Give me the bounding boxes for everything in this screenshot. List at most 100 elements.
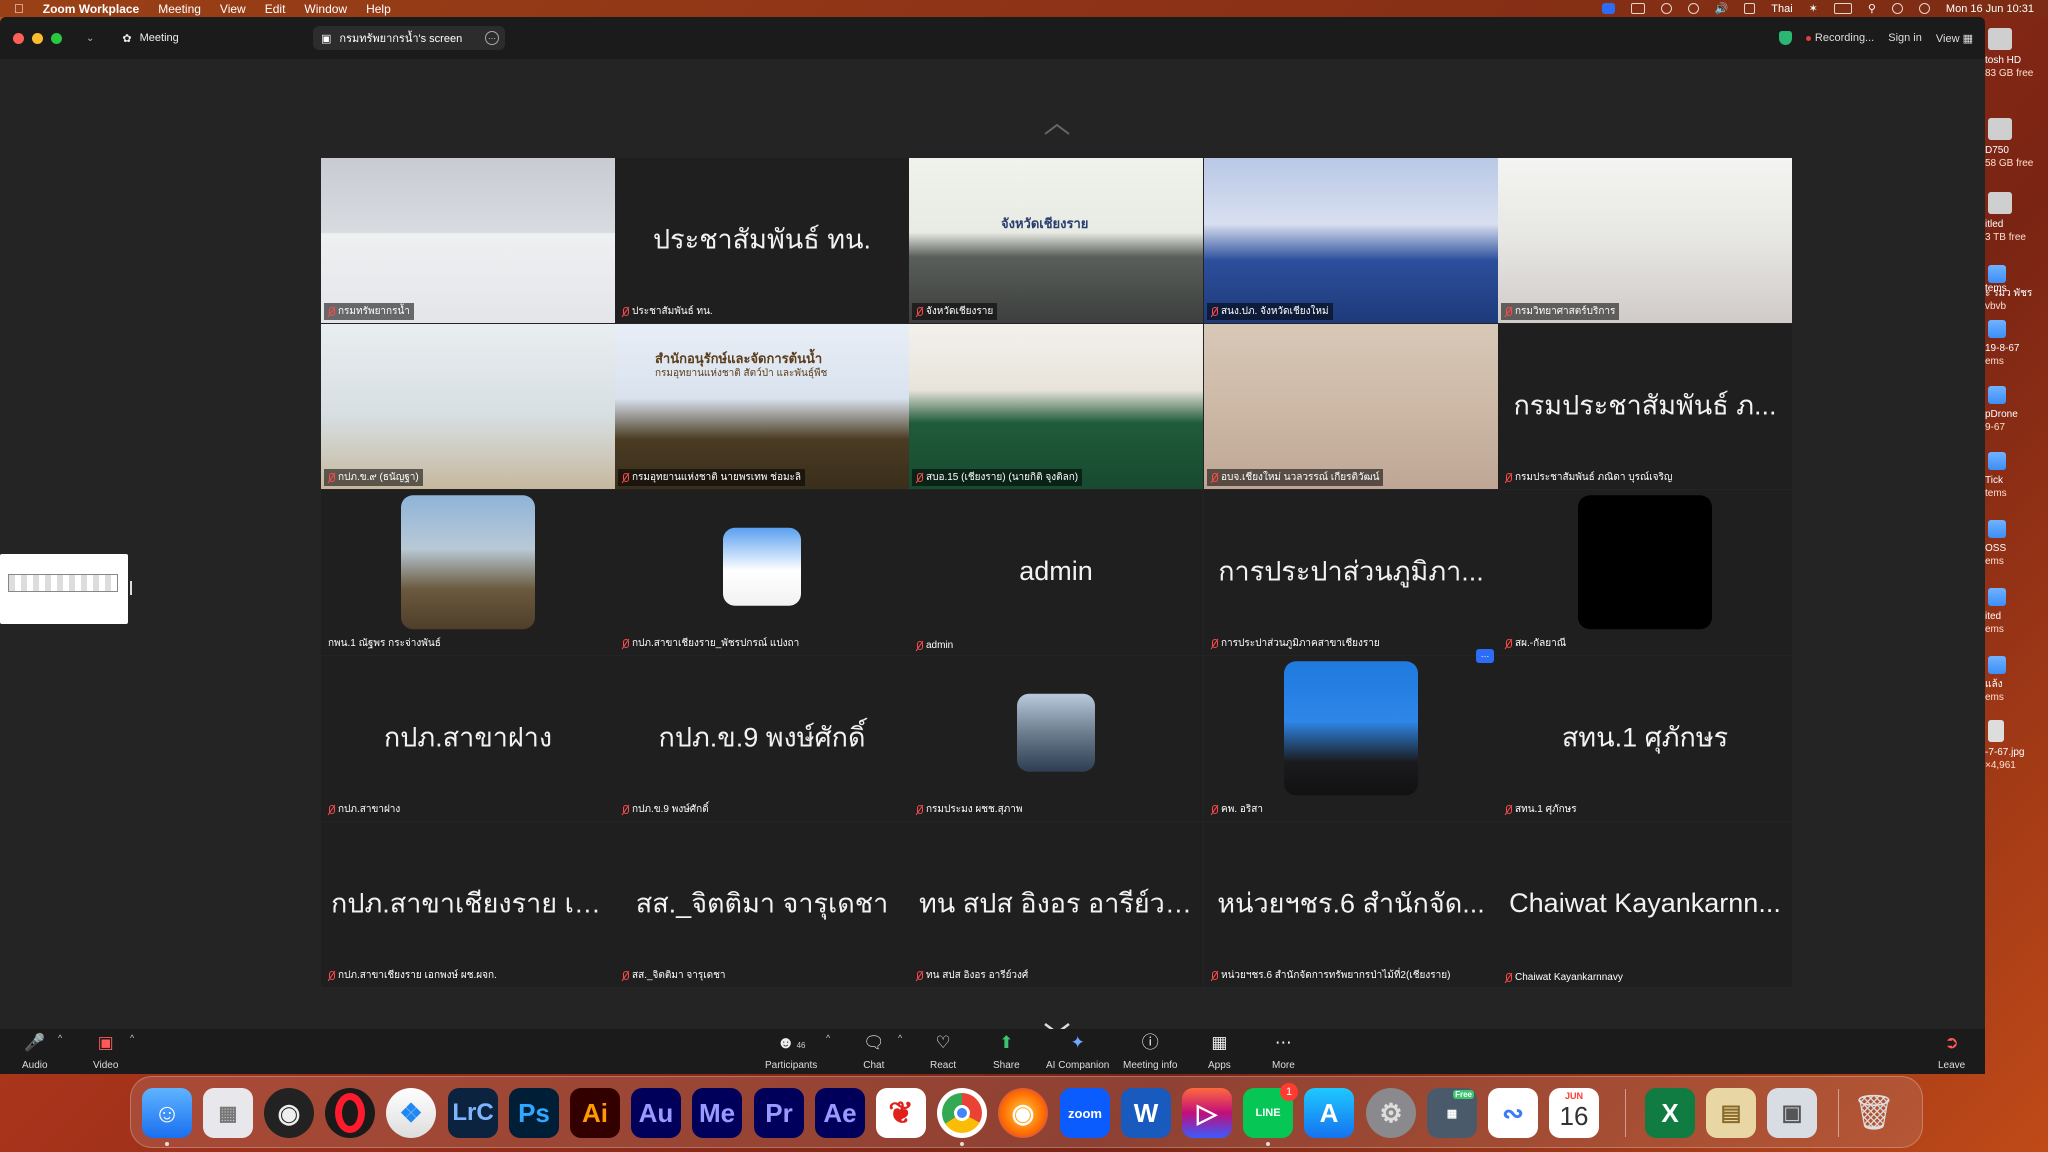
- documents-stack-dock-icon[interactable]: ▤: [1706, 1088, 1756, 1138]
- illustrator-dock-icon[interactable]: Ai: [570, 1088, 620, 1138]
- participant-tile[interactable]: … คพ. อริสา: [1204, 649, 1498, 821]
- safari-dock-icon[interactable]: ❖: [386, 1088, 436, 1138]
- audition-dock-icon[interactable]: Au: [631, 1088, 681, 1138]
- firefox-dock-icon[interactable]: ◉: [998, 1088, 1048, 1138]
- desktop-item[interactable]: OSS ems: [1985, 520, 2048, 568]
- audio-options-caret-icon[interactable]: ^: [58, 1033, 62, 1043]
- participant-tile[interactable]: กพน.1 ณัฐพร กระจ่างพันธ์: [321, 490, 615, 655]
- fullscreen-window-button[interactable]: [51, 32, 62, 44]
- more-button[interactable]: ⋯ More: [1272, 1033, 1295, 1071]
- opera-dock-icon[interactable]: [325, 1088, 375, 1138]
- launchpad-dock-icon[interactable]: ▦: [203, 1088, 253, 1138]
- encryption-shield-icon[interactable]: [1778, 31, 1792, 45]
- meeting-tab[interactable]: ✿ Meeting: [122, 32, 178, 45]
- menu-help[interactable]: Help: [366, 2, 391, 16]
- thumbnail-resize-handle[interactable]: [130, 581, 132, 595]
- desktop-item[interactable]: 19-8-67 ems: [1985, 320, 2048, 368]
- final-cut-dock-icon[interactable]: ▷: [1182, 1088, 1232, 1138]
- messages-status-icon[interactable]: [1660, 3, 1672, 14]
- participant-tile[interactable]: สส._จิตติมา จารุเดชา สส._จิตติมา จารุเดชา: [615, 822, 909, 987]
- participants-button[interactable]: ☻ 46 Participants: [765, 1033, 817, 1071]
- calendar-dock-icon[interactable]: JUN 16: [1549, 1088, 1599, 1138]
- chat-caret-icon[interactable]: ^: [898, 1033, 902, 1043]
- desktop-item[interactable]: itled 3 TB free: [1985, 192, 2048, 244]
- desktop-item[interactable]: tosh HD 83 GB free: [1985, 28, 2048, 80]
- shared-screen-tab[interactable]: ▣ กรมทรัพยากรน้ำ's screen ⋯: [313, 26, 505, 50]
- menu-app-name[interactable]: Zoom Workplace: [43, 2, 139, 16]
- apple-icon[interactable]: : [14, 1, 24, 16]
- meeting-info-button[interactable]: ⓘ Meeting info: [1123, 1033, 1177, 1071]
- chevron-down-icon[interactable]: ⌄: [86, 33, 94, 44]
- participant-tile[interactable]: กรมวิทยาศาสตร์บริการ: [1498, 158, 1792, 323]
- participant-tile[interactable]: Chaiwat Kayankarnn... Chaiwat Kayankarnna…: [1498, 822, 1792, 987]
- zoom-dock-icon[interactable]: zoom: [1060, 1088, 1110, 1138]
- premiere-dock-icon[interactable]: Pr: [754, 1088, 804, 1138]
- word-dock-icon[interactable]: W: [1121, 1088, 1171, 1138]
- excel-dock-icon[interactable]: X: [1645, 1088, 1695, 1138]
- desktop-item[interactable]: แล้ง ems: [1985, 656, 2048, 704]
- input-source-icon[interactable]: [1744, 3, 1756, 14]
- search-icon[interactable]: ⚲: [1868, 2, 1876, 15]
- desktop-item[interactable]: ited ems: [1985, 588, 2048, 636]
- media-encoder-dock-icon[interactable]: Me: [692, 1088, 742, 1138]
- participant-tile[interactable]: กปภ.สาขาเชียงราย เอ... กปภ.สาขาเชียงราย เ…: [321, 822, 615, 987]
- participant-tile[interactable]: สำนักอนุรักษ์และจัดการต้นน้ำ กรมอุทยานแห่…: [615, 324, 909, 489]
- battery-icon[interactable]: [1833, 3, 1852, 14]
- participants-caret-icon[interactable]: ^: [826, 1033, 830, 1043]
- zoom-status-icon[interactable]: [1601, 3, 1615, 14]
- participant-tile[interactable]: ประชาสัมพันธ์ ทน. ประชาสัมพันธ์ ทน.: [615, 158, 909, 323]
- more-options-icon[interactable]: ⋯: [485, 31, 499, 45]
- participant-tile[interactable]: จังหวัดเชียงราย จังหวัดเชียงราย: [909, 158, 1203, 323]
- apps-button[interactable]: ▦ Apps: [1208, 1033, 1231, 1071]
- ai-companion-button[interactable]: ✦ AI Companion: [1046, 1033, 1109, 1071]
- participant-tile[interactable]: admin admin: [909, 490, 1203, 655]
- participant-tile[interactable]: สบอ.15 (เชียงราย) (นายกิติ จุงติลก): [909, 324, 1203, 489]
- participant-tile[interactable]: กรมประมง ผชช.สุภาพ: [909, 656, 1203, 821]
- menu-window[interactable]: Window: [304, 2, 347, 16]
- audio-button[interactable]: 🎤 Audio: [22, 1033, 48, 1071]
- participant-tile[interactable]: สทน.1 ศุภักษร สทน.1 ศุภักษร: [1498, 656, 1792, 821]
- finder-dock-icon[interactable]: ☺: [142, 1088, 192, 1146]
- leave-button[interactable]: ➲ Leave: [1938, 1033, 1965, 1071]
- more-options-icon[interactable]: …: [1476, 649, 1494, 663]
- share-button[interactable]: ⬆ Share: [993, 1033, 1020, 1071]
- app-store-dock-icon[interactable]: A: [1304, 1088, 1354, 1138]
- participant-tile[interactable]: สนง.ปภ. จังหวัดเชียงใหม่: [1204, 158, 1498, 323]
- desktop-item[interactable]: D750 58 GB free: [1985, 118, 2048, 170]
- recording-indicator[interactable]: Recording...: [1805, 32, 1874, 44]
- desktop-item[interactable]: -7-67.jpg ×4,961: [1985, 720, 2048, 772]
- screenshot-stack-dock-icon[interactable]: ▣: [1767, 1088, 1817, 1138]
- react-button[interactable]: ♡ React: [930, 1033, 956, 1071]
- participant-tile[interactable]: ทน สปส อิงอร อารีย์วงศ์ ทน สปส อิงอร อารี…: [909, 822, 1203, 987]
- close-window-button[interactable]: [13, 32, 24, 44]
- chat-button[interactable]: 🗨 Chat: [863, 1033, 885, 1071]
- after-effects-dock-icon[interactable]: Ae: [815, 1088, 865, 1138]
- input-source-label[interactable]: Thai: [1771, 3, 1792, 15]
- participant-tile[interactable]: กปภ.ข.9 พงษ์ศักดิ์ กปภ.ข.9 พงษ์ศักดิ์: [615, 656, 909, 821]
- control-center-icon[interactable]: [1891, 3, 1903, 14]
- desktop-item[interactable]: Tick tems: [1985, 452, 2048, 500]
- system-settings-dock-icon[interactable]: ⚙: [1366, 1088, 1416, 1138]
- printer-icon[interactable]: [1630, 3, 1645, 14]
- video-options-caret-icon[interactable]: ^: [130, 1033, 134, 1043]
- menu-edit[interactable]: Edit: [265, 2, 286, 16]
- siri-icon[interactable]: [1918, 3, 1930, 14]
- line-dock-icon[interactable]: LINE 1: [1243, 1083, 1298, 1146]
- shared-screen-thumbnail[interactable]: [0, 554, 128, 624]
- freeform-dock-icon[interactable]: ∾: [1488, 1088, 1538, 1138]
- sign-in-button[interactable]: Sign in: [1888, 32, 1922, 44]
- participant-tile[interactable]: กปภ.สาขาฝาง กปภ.สาขาฝาง: [321, 656, 615, 821]
- desktop-item[interactable]: pDrone 9-67: [1985, 386, 2048, 434]
- participant-tile[interactable]: กรมประชาสัมพันธ์ ภ... กรมประชาสัมพันธ์ ภณ…: [1498, 324, 1792, 489]
- acrobat-dock-icon[interactable]: ❦: [876, 1088, 926, 1138]
- menu-clock[interactable]: Mon 16 Jun 10:31: [1946, 3, 2034, 15]
- desktop-item[interactable]: tems: [1985, 282, 2048, 295]
- obs-dock-icon[interactable]: ◉: [264, 1088, 314, 1138]
- scroll-up-chevron-icon[interactable]: [1043, 122, 1071, 136]
- volume-icon[interactable]: 🔊: [1715, 2, 1729, 15]
- participant-tile[interactable]: กรมทรัพยากรน้ำ: [321, 158, 615, 323]
- bluetooth-icon[interactable]: ✶: [1809, 2, 1818, 15]
- participant-tile[interactable]: หน่วยฯชร.6 สำนักจัด... หน่วยฯชร.6 สำนักจั…: [1204, 822, 1498, 987]
- participant-tile[interactable]: กปภ.สาขาเชียงราย_พัชรปกรณ์ แปงถา: [615, 490, 909, 655]
- participant-tile[interactable]: อบจ.เชียงใหม่ นวลวรรณ์ เกียรติวัฒน์: [1204, 324, 1498, 489]
